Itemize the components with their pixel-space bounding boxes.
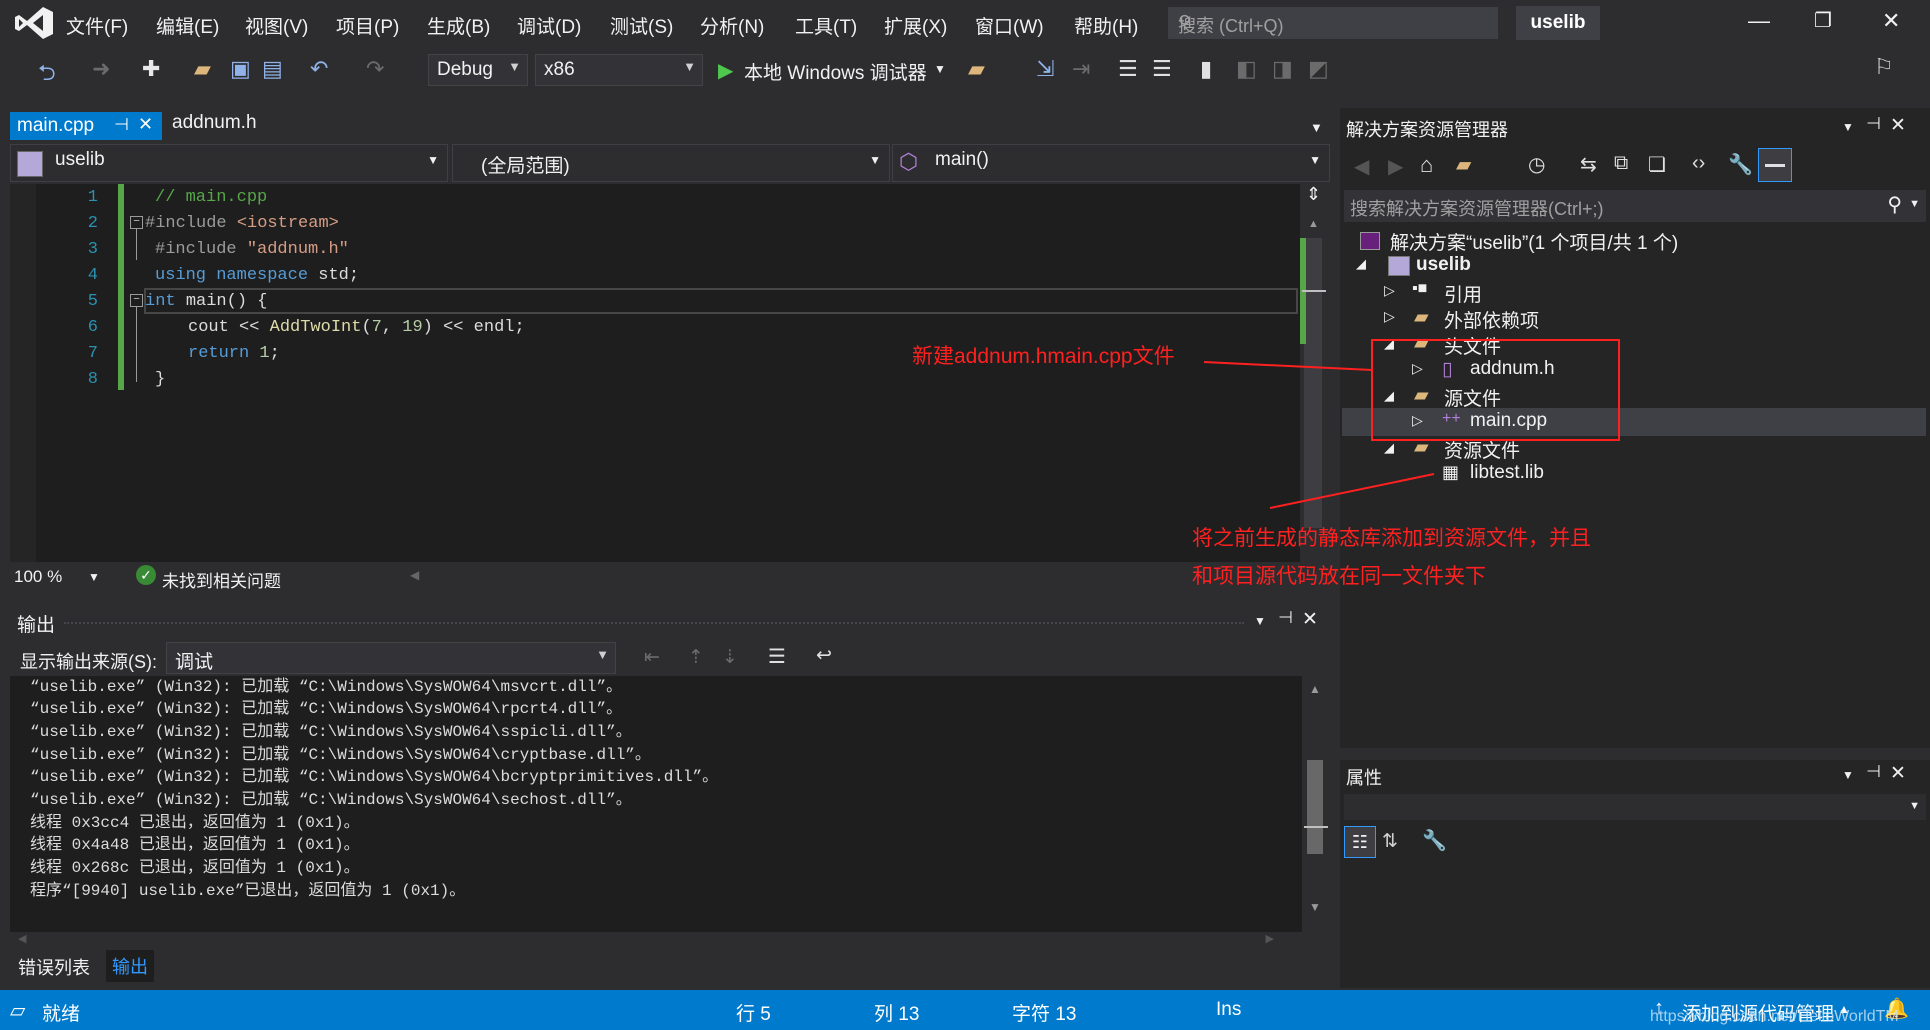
- annotation-box: [1371, 339, 1620, 441]
- status-ins: Ins: [1216, 999, 1242, 1020]
- annotation-static-lib-2: 和项目源代码放在同一文件夹下: [1192, 565, 1486, 588]
- status-ready: 就绪: [42, 1004, 81, 1025]
- annotation-static-lib-1: 将之前生成的静态库添加到资源文件，并且: [1192, 527, 1591, 550]
- status-col: 列 13: [874, 1004, 920, 1025]
- window-icon: ▱: [10, 1000, 26, 1022]
- annotation-overlay: [1203, 339, 1620, 509]
- watermark: https://blog.csdn.net/HelloWorldTM: [1650, 1008, 1899, 1025]
- status-bar: ▱ 就绪 行 5 列 13 字符 13 Ins ↑ 添加到源代码管理 ▲ 🔔 h…: [0, 990, 1930, 1030]
- status-row: 行 5: [736, 1004, 771, 1025]
- annotation-new-files: 新建addnum.hmain.cpp文件: [912, 345, 1175, 368]
- annotation-arrow: [1269, 473, 1435, 509]
- status-char: 字符 13: [1012, 1004, 1077, 1025]
- annotation-arrow: [1203, 361, 1373, 371]
